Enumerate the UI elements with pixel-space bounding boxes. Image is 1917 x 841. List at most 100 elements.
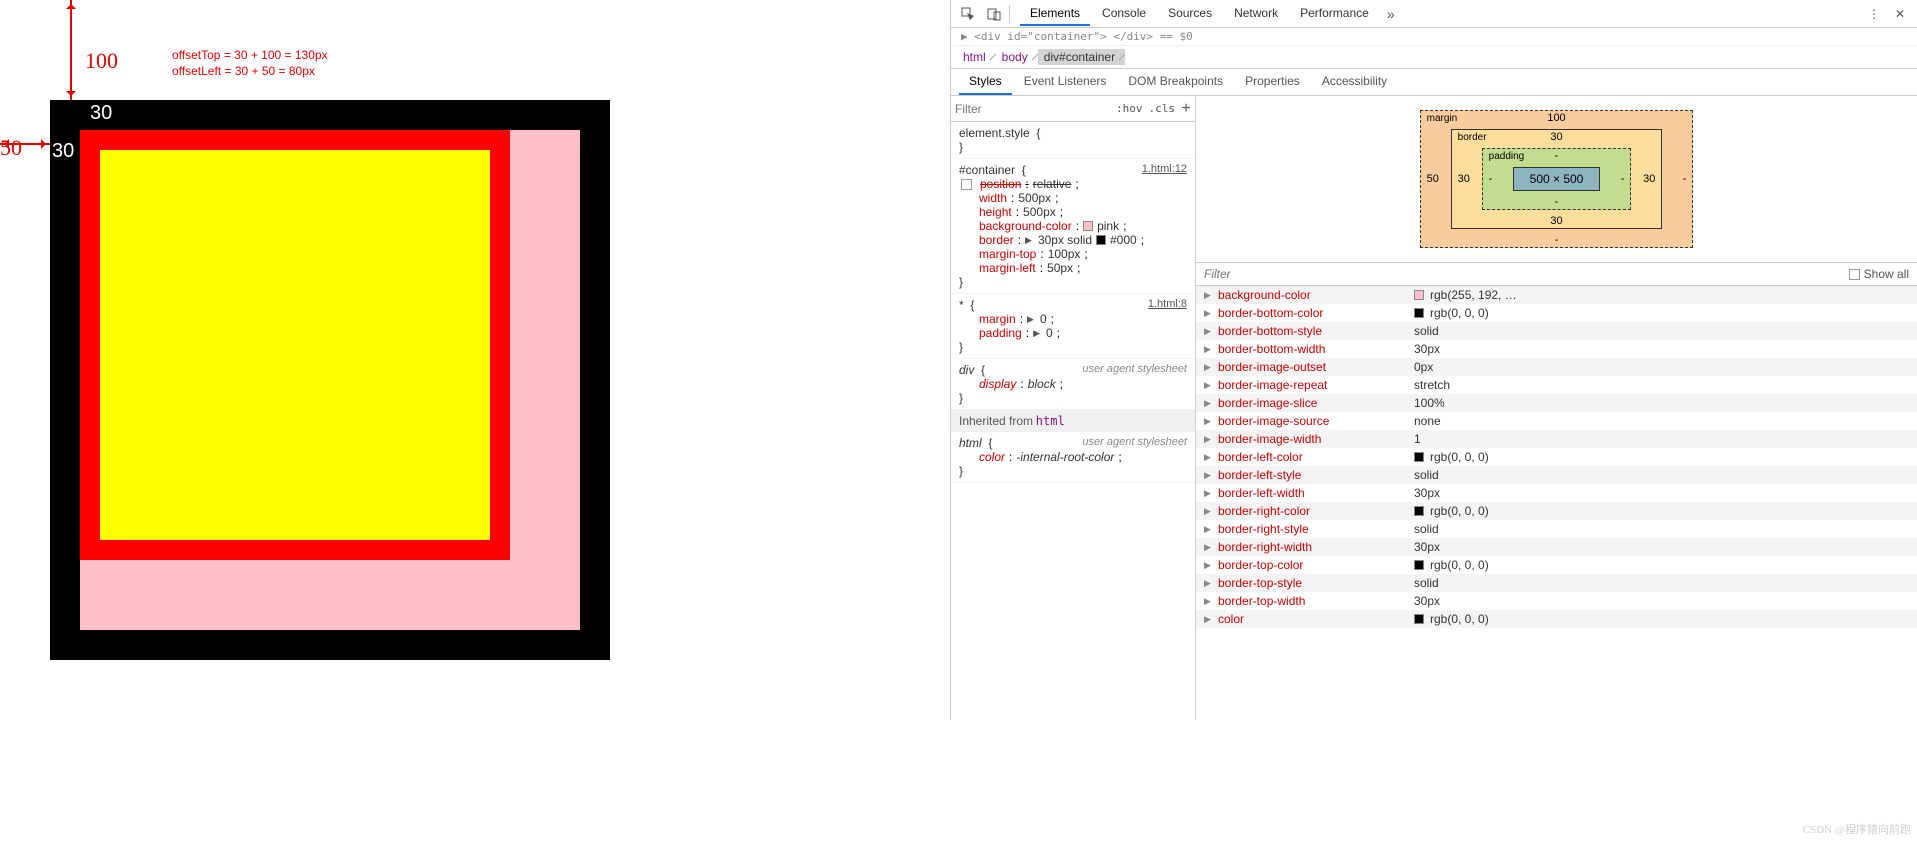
source-link[interactable]: 1.html:12: [1142, 163, 1187, 175]
more-tabs-icon[interactable]: »: [1387, 6, 1395, 22]
subtab-event-listeners[interactable]: Event Listeners: [1014, 69, 1117, 95]
subtab-accessibility[interactable]: Accessibility: [1312, 69, 1397, 95]
tab-performance[interactable]: Performance: [1290, 2, 1379, 26]
computed-name: border-image-source: [1218, 414, 1408, 428]
computed-row[interactable]: ▶border-left-stylesolid: [1196, 466, 1917, 484]
computed-row[interactable]: ▶border-bottom-colorrgb(0, 0, 0): [1196, 304, 1917, 322]
css-prop: padding: [979, 326, 1022, 340]
expand-icon[interactable]: ▶: [1204, 560, 1212, 571]
color-swatch[interactable]: [1414, 452, 1424, 462]
color-swatch[interactable]: [1096, 235, 1106, 245]
breadcrumb-container[interactable]: div#container: [1038, 49, 1125, 65]
breadcrumb-body[interactable]: body: [996, 49, 1038, 65]
expand-icon[interactable]: ▶: [1204, 398, 1212, 409]
computed-row[interactable]: ▶border-image-width1: [1196, 430, 1917, 448]
computed-row[interactable]: ▶border-top-width30px: [1196, 592, 1917, 610]
subtab-dom-breakpoints[interactable]: DOM Breakpoints: [1118, 69, 1233, 95]
computed-value: rgb(0, 0, 0): [1430, 450, 1489, 464]
computed-row[interactable]: ▶border-image-repeatstretch: [1196, 376, 1917, 394]
computed-row[interactable]: ▶border-image-sourcenone: [1196, 412, 1917, 430]
expand-icon[interactable]: ▶: [1204, 308, 1212, 319]
expand-icon[interactable]: ▶: [1204, 470, 1212, 481]
dom-tree-line[interactable]: ▶ <div id="container"> </div> == $0: [951, 28, 1917, 46]
css-value: 0: [1046, 326, 1053, 340]
expand-icon[interactable]: ▶: [1204, 290, 1212, 301]
color-swatch[interactable]: [1414, 560, 1424, 570]
expand-icon[interactable]: ▶: [1204, 596, 1212, 607]
tab-console[interactable]: Console: [1092, 2, 1156, 26]
rule-container[interactable]: 1.html:12 #container { position: relativ…: [951, 159, 1195, 294]
expand-icon[interactable]: ▶: [1204, 488, 1212, 499]
computed-row[interactable]: ▶border-right-stylesolid: [1196, 520, 1917, 538]
computed-row[interactable]: ▶border-right-colorrgb(0, 0, 0): [1196, 502, 1917, 520]
expand-icon[interactable]: ▶: [1204, 326, 1212, 337]
cls-toggle[interactable]: .cls: [1149, 102, 1176, 115]
color-swatch[interactable]: [1414, 506, 1424, 516]
showall-toggle[interactable]: Show all: [1849, 267, 1909, 281]
css-prop: position: [980, 177, 1021, 191]
computed-row[interactable]: ▶border-top-stylesolid: [1196, 574, 1917, 592]
rule-star[interactable]: 1.html:8 * { margin: ▶0; padding: ▶0; }: [951, 294, 1195, 359]
rule-html-ua[interactable]: user agent stylesheet html { color: -int…: [951, 432, 1195, 483]
box-model[interactable]: margin 100 - 50 - border 30 30 30 30 p: [1196, 96, 1917, 263]
breadcrumb-html[interactable]: html: [957, 49, 996, 65]
expand-icon[interactable]: ▶: [1027, 314, 1034, 325]
subtab-styles[interactable]: Styles: [959, 69, 1012, 95]
expand-icon[interactable]: ▶: [1204, 614, 1212, 625]
subtab-properties[interactable]: Properties: [1235, 69, 1310, 95]
css-prop: color: [979, 450, 1005, 464]
computed-filter-row: Show all: [1196, 263, 1917, 286]
expand-icon[interactable]: ▶: [1025, 235, 1032, 246]
expand-icon[interactable]: ▶: [1204, 506, 1212, 517]
expand-icon[interactable]: ▶: [1204, 380, 1212, 391]
expand-icon[interactable]: ▶: [1204, 542, 1212, 553]
css-prop: display: [979, 377, 1016, 391]
expand-icon[interactable]: ▶: [1204, 434, 1212, 445]
computed-row[interactable]: ▶border-right-width30px: [1196, 538, 1917, 556]
tab-network[interactable]: Network: [1224, 2, 1288, 26]
computed-row[interactable]: ▶border-top-colorrgb(0, 0, 0): [1196, 556, 1917, 574]
color-swatch[interactable]: [1083, 221, 1093, 231]
expand-icon[interactable]: ▶: [1204, 416, 1212, 427]
rule-element-style[interactable]: element.style {}: [951, 122, 1195, 159]
inspect-icon[interactable]: [957, 3, 979, 25]
expand-icon[interactable]: ▶: [1204, 524, 1212, 535]
computed-row[interactable]: ▶border-left-width30px: [1196, 484, 1917, 502]
computed-row[interactable]: ▶border-bottom-width30px: [1196, 340, 1917, 358]
computed-filter-input[interactable]: [1204, 267, 1841, 281]
computed-row[interactable]: ▶border-left-colorrgb(0, 0, 0): [1196, 448, 1917, 466]
margin-top-arrow: [70, 0, 72, 100]
computed-row[interactable]: ▶border-image-slice100%: [1196, 394, 1917, 412]
kebab-menu-icon[interactable]: ⋮: [1863, 3, 1885, 25]
computed-name: border-image-outset: [1218, 360, 1408, 374]
hov-toggle[interactable]: :hov: [1116, 102, 1143, 115]
computed-row[interactable]: ▶colorrgb(0, 0, 0): [1196, 610, 1917, 628]
rule-div-ua[interactable]: user agent stylesheet div { display: blo…: [951, 359, 1195, 410]
inherited-label: Inherited from: [959, 414, 1033, 428]
tab-sources[interactable]: Sources: [1158, 2, 1222, 26]
new-style-rule-icon[interactable]: +: [1181, 100, 1191, 118]
device-toolbar-icon[interactable]: [983, 3, 1005, 25]
computed-value: 30px: [1414, 594, 1440, 608]
inherited-from[interactable]: html: [1036, 414, 1065, 428]
styles-pane: :hov .cls + element.style {} 1.html:12 #…: [951, 96, 1196, 720]
bm-margin-top: 100: [1547, 112, 1565, 124]
close-icon[interactable]: ✕: [1889, 3, 1911, 25]
tab-elements[interactable]: Elements: [1020, 2, 1090, 26]
computed-name: border-left-style: [1218, 468, 1408, 482]
expand-icon[interactable]: ▶: [1204, 578, 1212, 589]
computed-row[interactable]: ▶background-colorrgb(255, 192, …: [1196, 286, 1917, 304]
color-swatch[interactable]: [1414, 308, 1424, 318]
expand-icon[interactable]: ▶: [1204, 452, 1212, 463]
computed-row[interactable]: ▶border-bottom-stylesolid: [1196, 322, 1917, 340]
css-value: relative: [1033, 177, 1072, 191]
source-link[interactable]: 1.html:8: [1148, 298, 1187, 310]
expand-icon[interactable]: ▶: [1033, 328, 1040, 339]
expand-icon[interactable]: ▶: [1204, 362, 1212, 373]
styles-filter-input[interactable]: [955, 102, 1110, 116]
decl-checkbox[interactable]: [961, 179, 972, 190]
color-swatch[interactable]: [1414, 290, 1424, 300]
color-swatch[interactable]: [1414, 614, 1424, 624]
expand-icon[interactable]: ▶: [1204, 344, 1212, 355]
computed-row[interactable]: ▶border-image-outset0px: [1196, 358, 1917, 376]
